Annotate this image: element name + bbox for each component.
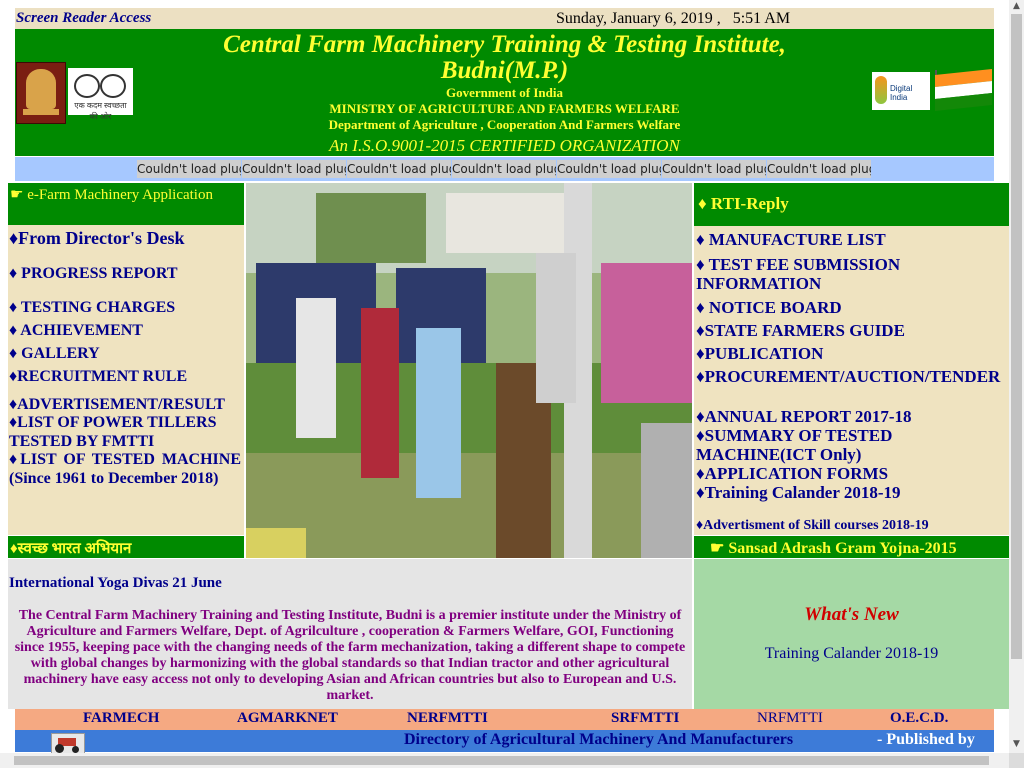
horizontal-scroll-thumb[interactable] [14,756,989,765]
swachh-logo-text: एक कदम स्वच्छता की ओर [74,101,127,121]
plugin-placeholder[interactable]: Couldn't load plug- [137,160,241,178]
partner-links-bar [15,709,994,730]
institute-description: The Central Farm Machinery Training and … [14,608,686,703]
agmarknet-link[interactable]: AGMARKNET [237,710,338,727]
government-line: Government of India [446,85,563,100]
rti-label: ♦ RTI-Reply [698,194,789,213]
department-line: Department of Agriculture , Cooperation … [328,117,681,132]
achievement-link[interactable]: ♦ ACHIEVEMENT [9,321,143,340]
plugin-placeholder[interactable]: Couldn't load plug- [452,160,556,178]
state-farmers-guide-link[interactable]: ♦STATE FARMERS GUIDE [696,321,905,340]
summary-tested-machine-link[interactable]: ♦SUMMARY OF TESTED MACHINE(ICT Only) [696,426,926,464]
institute-title: Central Farm Machinery Training & Testin… [223,31,786,58]
scroll-down-arrow-icon[interactable]: ▼ [1009,739,1024,751]
plugin-placeholder[interactable]: Couldn't load plug- [662,160,766,178]
whats-new-title: What's New [804,604,899,625]
national-emblem-icon [16,62,66,124]
yoga-divas-link[interactable]: International Yoga Divas 21 June [9,575,222,592]
plugin-placeholder[interactable]: Couldn't load plug- [347,160,451,178]
efarm-application-link[interactable]: ☛ e-Farm Machinery Application [8,183,244,225]
advertisement-result-link[interactable]: ♦ADVERTISEMENT/RESULT [9,395,225,414]
oecd-link[interactable]: O.E.C.D. [890,710,948,727]
testing-charges-link[interactable]: ♦ TESTING CHARGES [9,298,175,317]
efarm-label: ☛ e-Farm Machinery Application [10,187,213,203]
swachh-bharat-abhiyan-link[interactable]: ♦स्वच्छ भारत अभियान [8,536,244,558]
nrfmtti-link[interactable]: NRFMTTI [757,710,823,727]
gallery-link[interactable]: ♦ GALLERY [9,344,100,363]
power-tillers-list-link[interactable]: ♦LIST OF POWER TILLERS TESTED BY FMTTI [9,413,229,451]
farmech-link[interactable]: FARMECH [83,710,159,727]
plugin-placeholder[interactable]: Couldn't load plug- [557,160,661,178]
training-calander-link[interactable]: ♦Training Calander 2018-19 [696,483,901,502]
srfmtti-link[interactable]: SRFMTTI [611,710,679,727]
scrollbar-corner [1009,753,1024,768]
institute-location: Budni(M.P.) [440,57,569,84]
progress-report-link[interactable]: ♦ PROGRESS REPORT [9,264,178,283]
annual-report-link[interactable]: ♦ANNUAL REPORT 2017-18 [696,407,912,426]
nerfmtti-link[interactable]: NERFMTTI [407,710,488,727]
tested-machine-list-link[interactable]: ♦LIST OF TESTED MACHINE (Since 1961 to D… [9,450,241,488]
machinery-directory-link[interactable]: Directory of Agricultural Machinery And … [404,731,793,749]
screen-reader-access-link[interactable]: Screen Reader Access [16,10,151,27]
plugin-placeholder[interactable]: Couldn't load plug- [767,160,871,178]
plugin-placeholder[interactable]: Couldn't load plug- [242,160,346,178]
whats-new-section [694,559,1009,709]
whats-new-item-link[interactable]: Training Calander 2018-19 [694,645,1009,663]
indian-flag-icon [935,69,992,111]
iso-certification: An I.S.O.9001-2015 CERTIFIED ORGANIZATIO… [329,136,680,155]
sansad-label: ☛ Sansad Adrash Gram Yojna-2015 [710,540,957,557]
published-by-text: - Published by [877,731,975,748]
sansad-adarsh-gram-link[interactable]: ☛ Sansad Adrash Gram Yojna-2015 [694,536,1009,558]
publication-link[interactable]: ♦PUBLICATION [696,344,823,363]
digital-india-logo-icon[interactable]: Digital India [872,72,930,110]
recruitment-rule-link[interactable]: ♦RECRUITMENT RULE [9,367,187,386]
ministry-line: MINISTRY OF AGRICULTURE AND FARMERS WELF… [329,101,680,116]
date-time: Sunday, January 6, 2019 , 5:51 AM [556,10,790,28]
procurement-auction-tender-link[interactable]: ♦PROCUREMENT/AUCTION/TENDER [696,367,1000,386]
digital-india-text: Digital India [890,84,913,102]
scroll-up-arrow-icon[interactable]: ▲ [1009,1,1024,13]
notice-board-link[interactable]: ♦ NOTICE BOARD [696,298,842,317]
flag-hoisting-photo [246,183,692,558]
application-forms-link[interactable]: ♦APPLICATION FORMS [696,464,888,483]
rti-reply-link[interactable]: ♦ RTI-Reply [694,183,1009,226]
time-text: 5:51 AM [732,10,791,27]
date-text: Sunday, January 6, 2019 , [556,10,721,27]
vertical-scroll-thumb[interactable] [1011,14,1022,659]
test-fee-info-link[interactable]: ♦ TEST FEE SUBMISSION INFORMATION [696,255,936,293]
skill-courses-advertisement-link[interactable]: ♦Advertisment of Skill courses 2018-19 [696,516,929,535]
swachh-bharat-logo-icon[interactable]: एक कदम स्वच्छता की ओर [68,68,133,121]
swachh-bharat-label: ♦स्वच्छ भारत अभियान [10,541,132,557]
directors-desk-link[interactable]: ♦From Director's Desk [9,229,184,248]
tractor-icon [51,733,85,754]
top-bar [15,8,994,29]
manufacture-list-link[interactable]: ♦ MANUFACTURE LIST [696,230,886,249]
